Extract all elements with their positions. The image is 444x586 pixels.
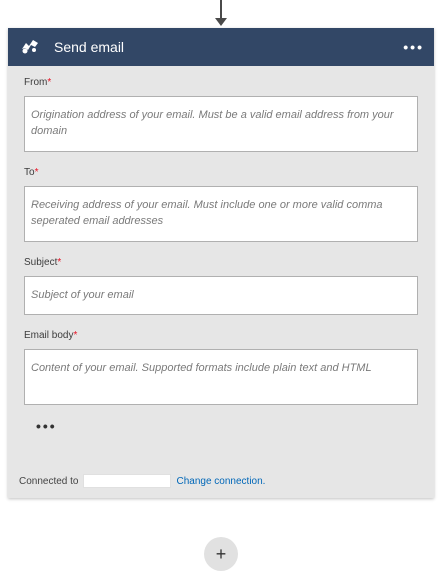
show-advanced-options-button[interactable]: •••	[36, 419, 418, 437]
to-field[interactable]: Receiving address of your email. Must in…	[24, 186, 418, 242]
card-header[interactable]: Send email •••	[8, 28, 434, 66]
card-footer: Connected to Change connection.	[8, 464, 434, 498]
email-body-field[interactable]: Content of your email. Supported formats…	[24, 349, 418, 405]
subject-field[interactable]: Subject of your email	[24, 276, 418, 315]
send-email-action-card: Send email ••• From* Origination address…	[8, 28, 434, 498]
required-marker: *	[34, 167, 39, 178]
flow-canvas: Send email ••• From* Origination address…	[0, 0, 444, 586]
required-marker: *	[73, 330, 78, 341]
required-marker: *	[47, 77, 52, 88]
email-body-label: Email body*	[24, 330, 78, 341]
connection-name-box	[82, 474, 171, 488]
add-step-button[interactable]: +	[204, 537, 238, 571]
card-body: From* Origination address of your email.…	[8, 76, 434, 437]
from-label: From*	[24, 77, 52, 88]
change-connection-link[interactable]: Change connection.	[177, 476, 266, 487]
required-marker: *	[57, 257, 62, 268]
card-title: Send email	[54, 39, 125, 55]
to-label: To*	[24, 167, 39, 178]
connector-arrow-icon	[215, 18, 227, 26]
connected-to-label: Connected to	[19, 475, 79, 487]
from-field[interactable]: Origination address of your email. Must …	[24, 96, 418, 152]
card-menu-button[interactable]: •••	[403, 37, 424, 57]
subject-label: Subject*	[24, 257, 62, 268]
email-service-icon	[20, 37, 40, 57]
